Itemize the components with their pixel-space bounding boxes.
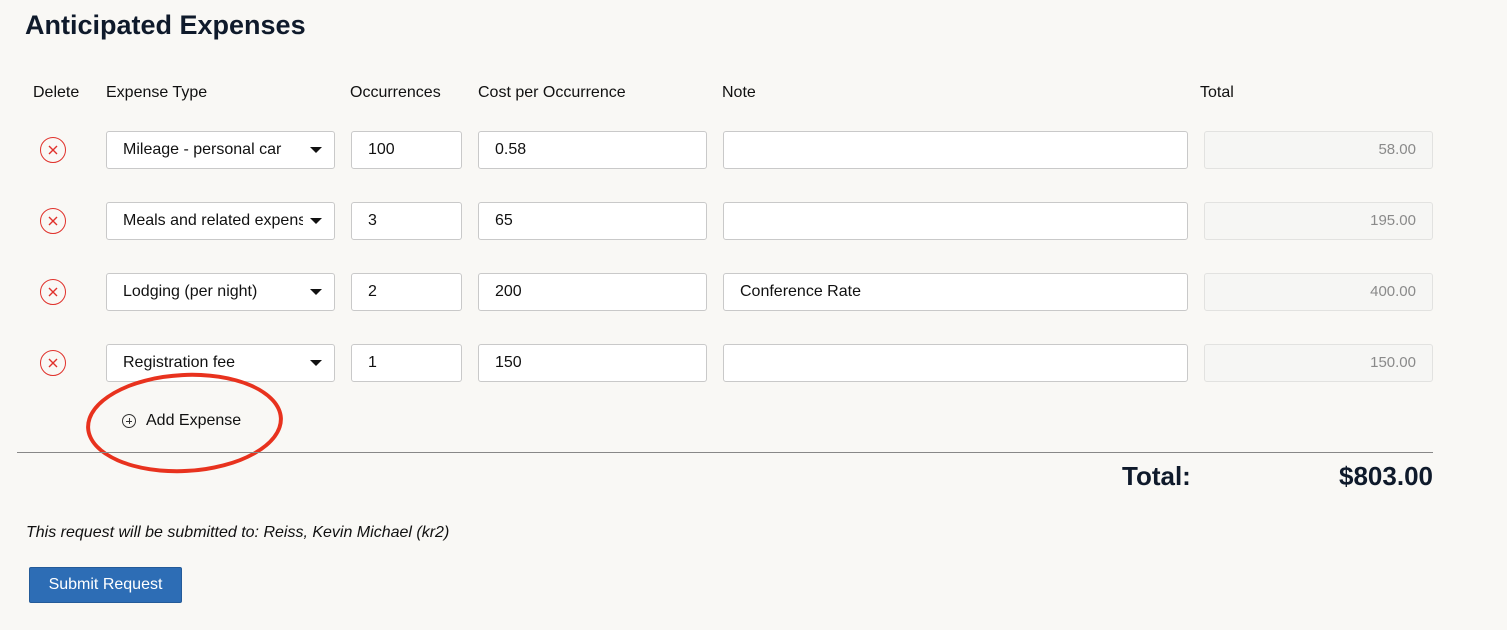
column-header-note: Note: [722, 84, 756, 101]
delete-row-button[interactable]: [40, 208, 66, 234]
add-expense-button[interactable]: Add Expense: [122, 410, 241, 432]
caret-down-icon: [310, 360, 322, 366]
caret-down-icon: [310, 218, 322, 224]
cost-input[interactable]: 0.58: [478, 131, 707, 169]
row-total-field: 195.00: [1204, 202, 1433, 240]
cost-input[interactable]: 200: [478, 273, 707, 311]
occurrences-input[interactable]: 100: [351, 131, 462, 169]
circle-x-icon: [48, 358, 58, 368]
cost-input[interactable]: 150: [478, 344, 707, 382]
expense-row: Meals and related expenses 3 65 195.00: [0, 202, 1507, 240]
note-input[interactable]: [723, 344, 1188, 382]
expense-type-value: Meals and related expenses: [123, 212, 303, 229]
divider: [17, 452, 1433, 453]
circle-x-icon: [48, 216, 58, 226]
delete-row-button[interactable]: [40, 350, 66, 376]
column-header-cost: Cost per Occurrence: [478, 84, 626, 101]
occurrences-input[interactable]: 2: [351, 273, 462, 311]
page-title: Anticipated Expenses: [25, 10, 306, 40]
expense-type-value: Lodging (per night): [123, 283, 258, 300]
occurrences-input[interactable]: 1: [351, 344, 462, 382]
occurrences-input[interactable]: 3: [351, 202, 462, 240]
note-input[interactable]: [723, 131, 1188, 169]
caret-down-icon: [310, 147, 322, 153]
expense-type-value: Mileage - personal car: [123, 141, 282, 158]
submit-recipient-note: This request will be submitted to: Reiss…: [26, 524, 450, 541]
expense-type-select[interactable]: Mileage - personal car: [106, 131, 335, 169]
expense-row: Mileage - personal car 100 0.58 58.00: [0, 131, 1507, 169]
delete-row-button[interactable]: [40, 279, 66, 305]
grand-total-label: Total:: [1122, 461, 1191, 491]
column-header-delete: Delete: [33, 84, 80, 101]
grand-total-value: $803.00: [1339, 461, 1433, 491]
column-header-occurrences: Occurrences: [350, 84, 441, 101]
column-header-expense-type: Expense Type: [106, 84, 208, 101]
caret-down-icon: [310, 289, 322, 295]
expense-type-select[interactable]: Registration fee: [106, 344, 335, 382]
expense-type-select[interactable]: Meals and related expenses: [106, 202, 335, 240]
cost-input[interactable]: 65: [478, 202, 707, 240]
row-total-field: 58.00: [1204, 131, 1433, 169]
expense-type-select[interactable]: Lodging (per night): [106, 273, 335, 311]
note-input[interactable]: Conference Rate: [723, 273, 1188, 311]
circle-plus-icon: [122, 414, 136, 428]
circle-x-icon: [48, 287, 58, 297]
expense-type-value: Registration fee: [123, 354, 236, 371]
row-total-field: 400.00: [1204, 273, 1433, 311]
row-total-field: 150.00: [1204, 344, 1433, 382]
expense-row: Registration fee 1 150 150.00: [0, 344, 1507, 382]
expense-row: Lodging (per night) 2 200 Conference Rat…: [0, 273, 1507, 311]
add-expense-label: Add Expense: [146, 412, 242, 429]
submit-request-button[interactable]: Submit Request: [29, 567, 182, 603]
circle-x-icon: [48, 145, 58, 155]
note-input[interactable]: [723, 202, 1188, 240]
delete-row-button[interactable]: [40, 137, 66, 163]
column-header-total: Total: [1200, 84, 1234, 101]
